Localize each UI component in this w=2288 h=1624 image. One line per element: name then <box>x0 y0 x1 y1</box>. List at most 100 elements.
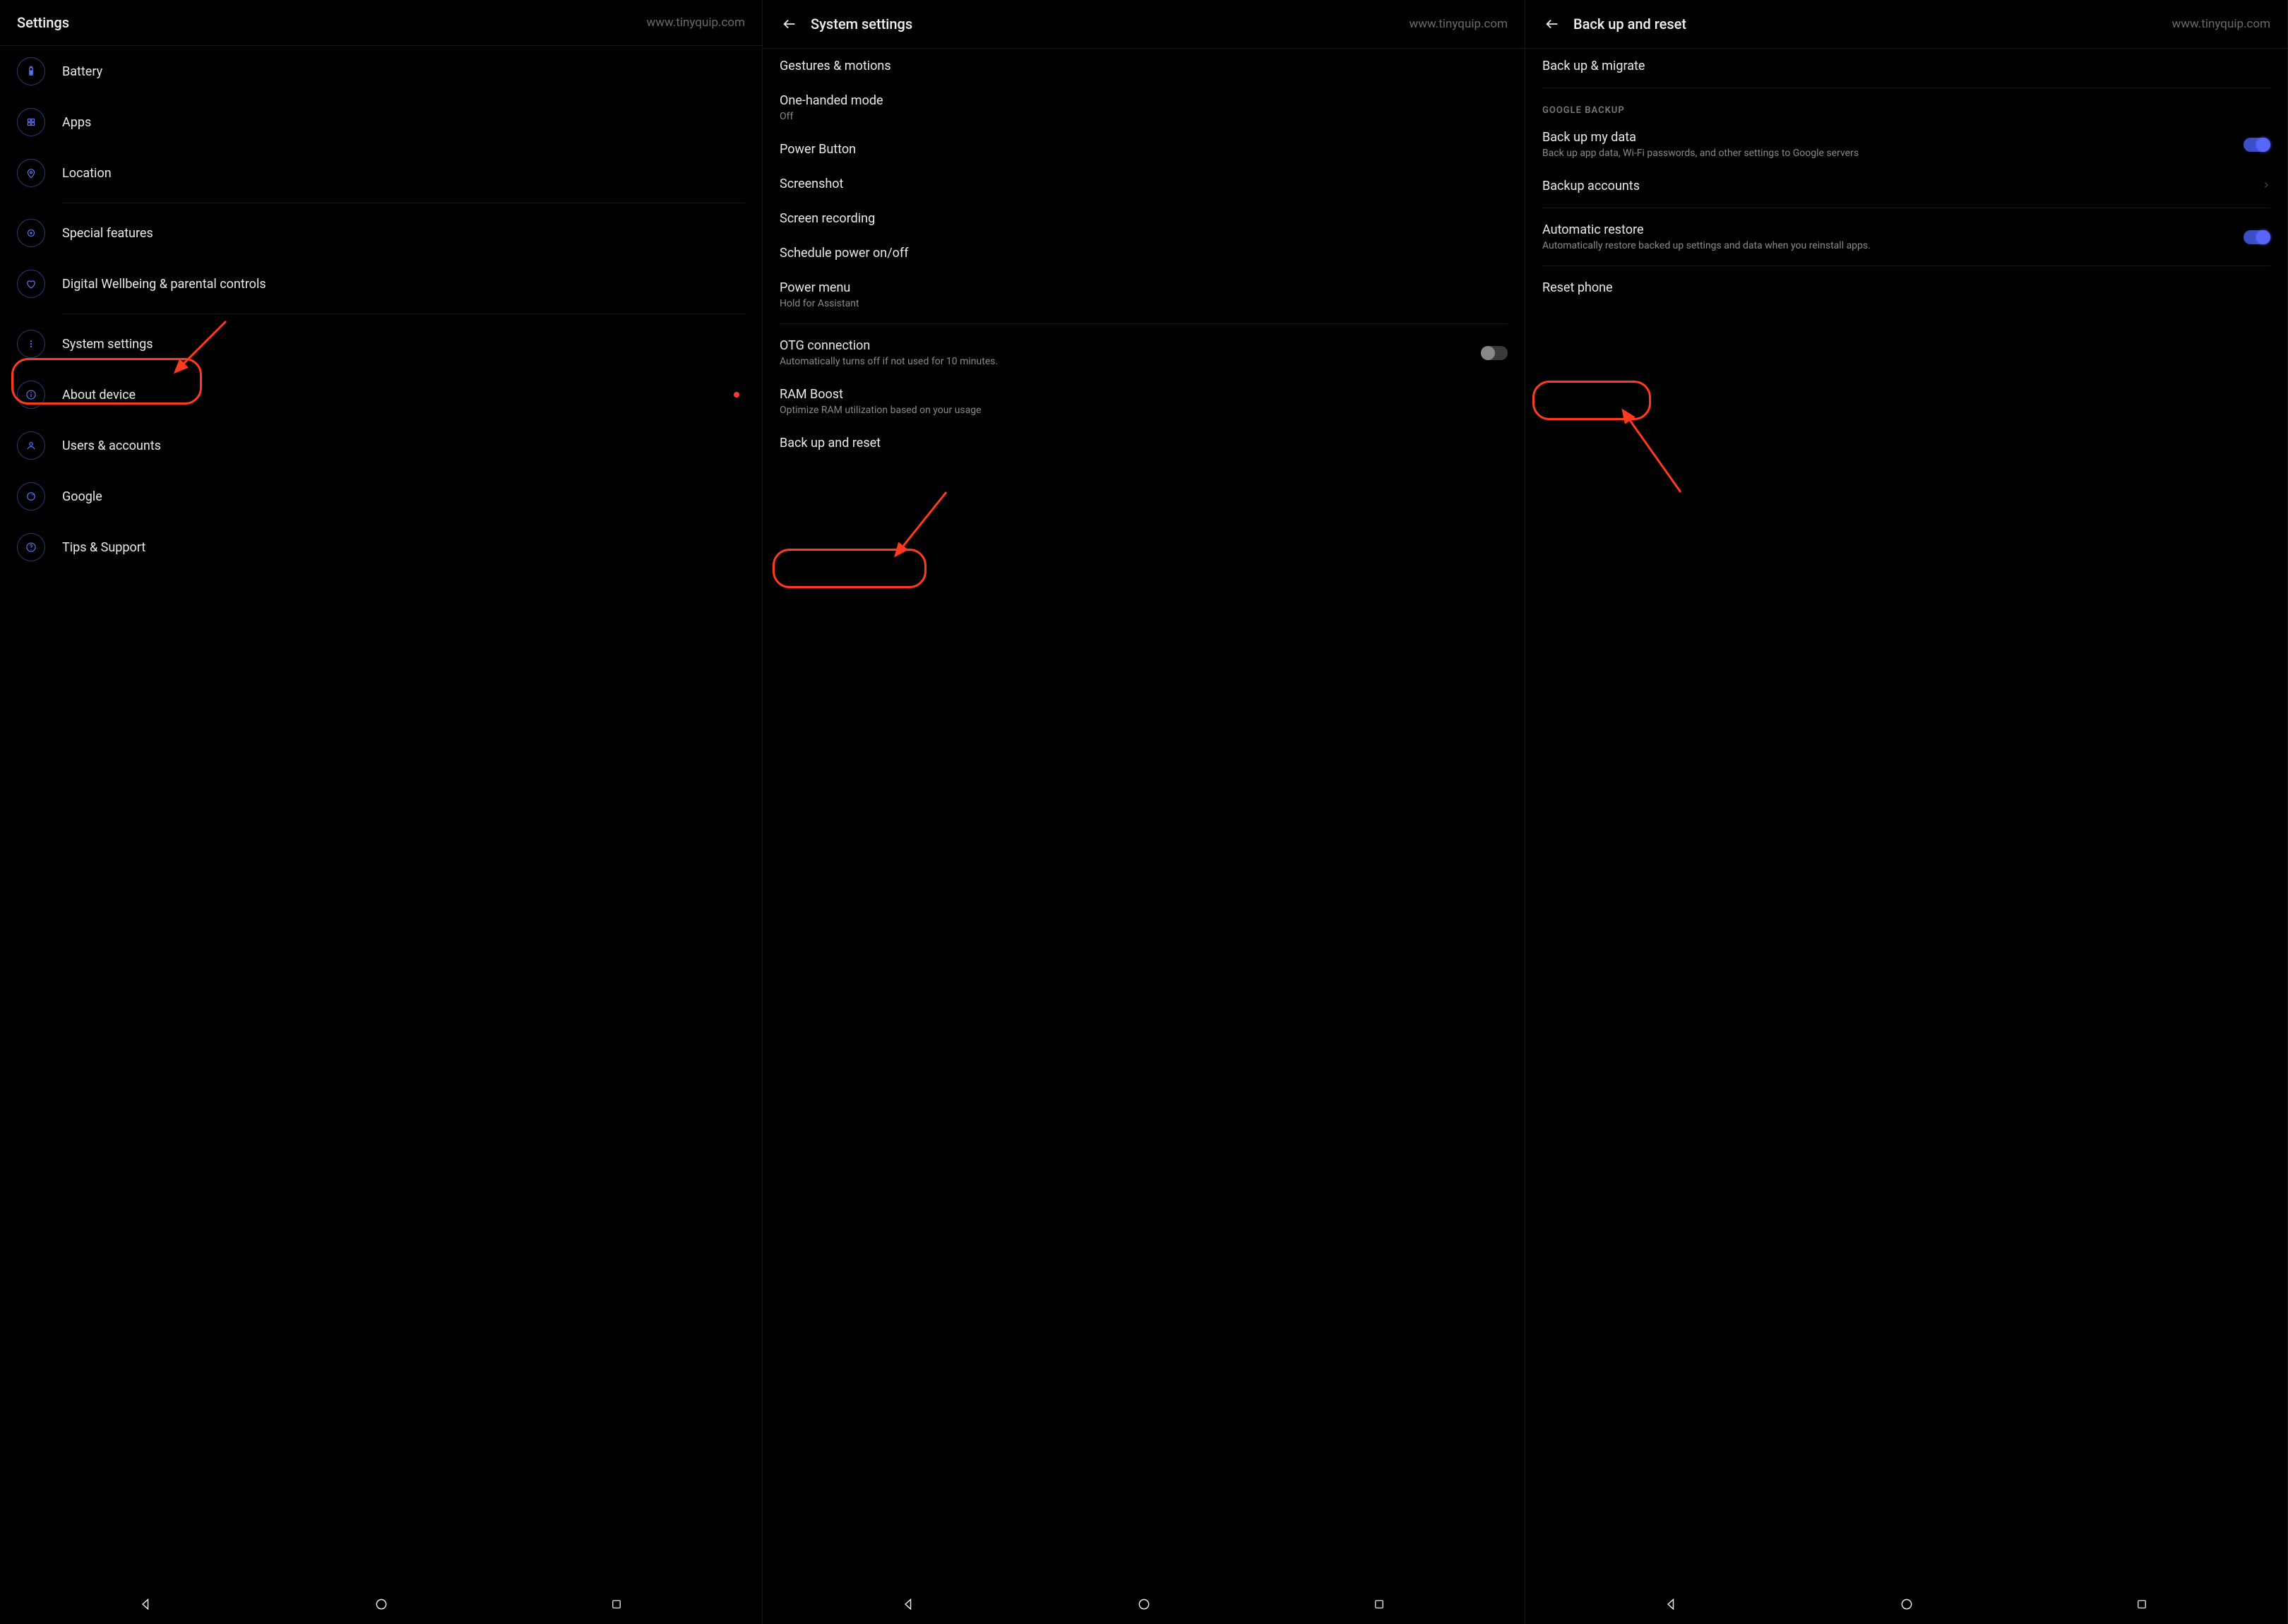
item-label: Reset phone <box>1542 280 2270 295</box>
settings-item-label: Apps <box>62 115 91 130</box>
item-label: Screenshot <box>780 177 1508 191</box>
system-item-recording[interactable]: Screen recording <box>763 201 1525 236</box>
nav-bar <box>0 1584 762 1624</box>
nav-back-icon[interactable] <box>135 1593 157 1616</box>
divider <box>1542 265 2270 266</box>
system-item-screenshot[interactable]: Screenshot <box>763 167 1525 201</box>
item-backup-migrate[interactable]: Back up & migrate <box>1525 49 2287 83</box>
settings-item-special[interactable]: Special features <box>0 208 762 258</box>
toggle-auto-restore[interactable] <box>2244 230 2270 244</box>
item-label: Back up my data <box>1542 130 2270 145</box>
chevron-right-icon <box>2262 179 2270 194</box>
back-button[interactable] <box>1542 14 1562 34</box>
callout-arrow-reset-phone <box>1610 400 1695 499</box>
nav-recent-icon[interactable] <box>1368 1593 1390 1616</box>
item-label: Back up & migrate <box>1542 59 2270 73</box>
item-label: Automatic restore <box>1542 222 2270 237</box>
dots-icon <box>17 330 45 358</box>
system-item-powermenu[interactable]: Power menu Hold for Assistant <box>763 270 1525 319</box>
info-icon <box>17 381 45 409</box>
back-button[interactable] <box>780 14 799 34</box>
battery-icon <box>17 57 45 85</box>
backup-list: Back up & migrate GOOGLE BACKUP Back up … <box>1525 49 2287 1584</box>
toggle-otg[interactable] <box>1481 346 1508 360</box>
nav-home-icon[interactable] <box>1895 1593 1918 1616</box>
settings-item-about[interactable]: About device <box>0 369 762 420</box>
header-system: System settings www.tinyquip.com <box>763 0 1525 49</box>
settings-list: Battery Apps Location Special features <box>0 46 762 1584</box>
settings-item-battery[interactable]: Battery <box>0 46 762 97</box>
item-backup-my-data[interactable]: Back up my data Back up app data, Wi-Fi … <box>1525 120 2287 169</box>
grid-icon <box>17 108 45 136</box>
item-label: Schedule power on/off <box>780 246 1508 261</box>
panel-settings: Settings www.tinyquip.com Battery Apps L… <box>0 0 763 1624</box>
item-label: Back up and reset <box>780 436 1508 450</box>
settings-item-label: Battery <box>62 64 102 79</box>
arrow-left-icon <box>1544 16 1560 32</box>
system-item-backup-reset[interactable]: Back up and reset <box>763 426 1525 460</box>
callout-highlight-reset-phone <box>1532 381 1651 420</box>
item-auto-restore[interactable]: Automatic restore Automatically restore … <box>1525 213 2287 261</box>
settings-item-tips[interactable]: Tips & Support <box>0 522 762 573</box>
section-title-google-backup: GOOGLE BACKUP <box>1525 92 2287 120</box>
item-backup-accounts[interactable]: Backup accounts <box>1525 169 2287 203</box>
item-label: Power Button <box>780 142 1508 157</box>
callout-arrow-backup-reset <box>883 485 960 570</box>
nav-bar <box>763 1584 1525 1624</box>
system-item-powerbutton[interactable]: Power Button <box>763 132 1525 167</box>
item-label: One-handed mode <box>780 93 1508 108</box>
settings-item-location[interactable]: Location <box>0 148 762 198</box>
system-item-ramboost[interactable]: RAM Boost Optimize RAM utilization based… <box>763 377 1525 426</box>
item-sub: Hold for Assistant <box>780 298 1347 309</box>
nav-home-icon[interactable] <box>1133 1593 1155 1616</box>
divider <box>780 323 1508 324</box>
system-list: Gestures & motions One-handed mode Off P… <box>763 49 1525 1584</box>
settings-item-label: System settings <box>62 337 153 352</box>
item-sub: Back up app data, Wi-Fi passwords, and o… <box>1542 148 2110 159</box>
watermark: www.tinyquip.com <box>647 16 746 30</box>
nav-back-icon[interactable] <box>1660 1593 1683 1616</box>
system-item-gestures[interactable]: Gestures & motions <box>763 49 1525 83</box>
settings-item-users[interactable]: Users & accounts <box>0 420 762 471</box>
watermark: www.tinyquip.com <box>1410 17 1508 31</box>
watermark: www.tinyquip.com <box>2172 17 2271 31</box>
settings-item-label: Digital Wellbeing & parental controls <box>62 277 266 292</box>
settings-item-label: Location <box>62 166 112 181</box>
item-reset-phone[interactable]: Reset phone <box>1525 270 2287 305</box>
item-label: OTG connection <box>780 338 1508 353</box>
nav-recent-icon[interactable] <box>2131 1593 2153 1616</box>
system-item-schedule[interactable]: Schedule power on/off <box>763 236 1525 270</box>
settings-item-label: Tips & Support <box>62 540 145 555</box>
settings-item-label: Special features <box>62 226 153 241</box>
google-icon <box>17 482 45 511</box>
callout-highlight-backup-reset <box>773 549 926 588</box>
header-settings: Settings www.tinyquip.com <box>0 0 762 46</box>
star-icon <box>17 219 45 247</box>
item-label: Power menu <box>780 280 1508 295</box>
nav-back-icon[interactable] <box>898 1593 920 1616</box>
page-title: System settings <box>811 16 912 32</box>
notif-dot <box>734 392 739 398</box>
toggle-backup-data[interactable] <box>2244 138 2270 152</box>
header-backup: Back up and reset www.tinyquip.com <box>1525 0 2287 49</box>
item-label: Backup accounts <box>1542 179 2270 193</box>
nav-recent-icon[interactable] <box>605 1593 628 1616</box>
page-title: Settings <box>17 14 69 31</box>
item-label: Screen recording <box>780 211 1508 226</box>
nav-home-icon[interactable] <box>370 1593 393 1616</box>
pin-icon <box>17 159 45 187</box>
settings-item-label: Google <box>62 489 102 504</box>
system-item-otg[interactable]: OTG connection Automatically turns off i… <box>763 328 1525 377</box>
item-sub: Automatically turns off if not used for … <box>780 356 1347 367</box>
settings-item-wellbeing[interactable]: Digital Wellbeing & parental controls <box>0 258 762 309</box>
item-sub: Off <box>780 111 1347 122</box>
settings-item-label: About device <box>62 388 136 402</box>
settings-item-system[interactable]: System settings <box>0 318 762 369</box>
arrow-left-icon <box>782 16 797 32</box>
user-icon <box>17 431 45 460</box>
settings-item-google[interactable]: Google <box>0 471 762 522</box>
system-item-onehanded[interactable]: One-handed mode Off <box>763 83 1525 132</box>
item-label: Gestures & motions <box>780 59 1508 73</box>
settings-item-apps[interactable]: Apps <box>0 97 762 148</box>
help-icon <box>17 533 45 561</box>
